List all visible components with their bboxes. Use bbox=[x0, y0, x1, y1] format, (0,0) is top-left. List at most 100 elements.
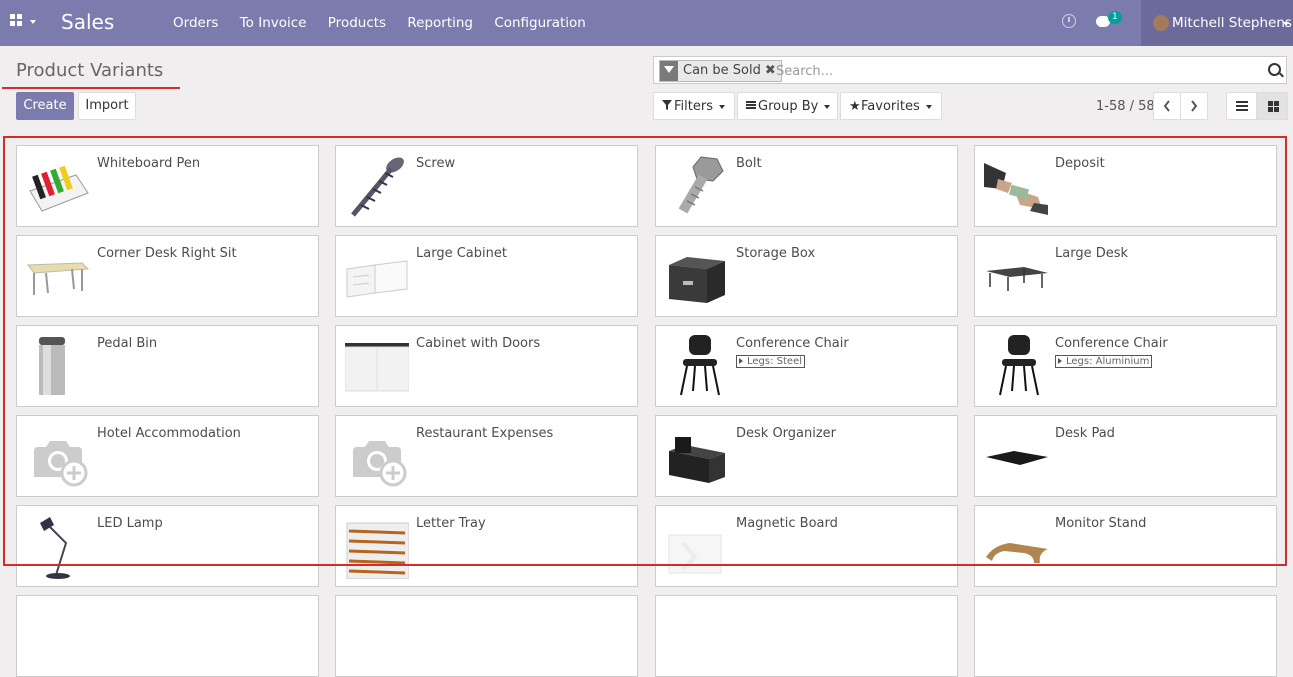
chevron-down-icon bbox=[925, 104, 932, 109]
product-name: Restaurant Expenses bbox=[416, 426, 554, 441]
product-name: Corner Desk Right Sit bbox=[97, 246, 237, 261]
filter-icon bbox=[662, 93, 674, 121]
product-card[interactable]: Letter Tray bbox=[335, 505, 638, 587]
money-hands-image bbox=[984, 153, 1048, 219]
list-view-button[interactable] bbox=[1226, 92, 1257, 120]
product-card[interactable]: Conference Chair Legs: Aluminium bbox=[974, 325, 1277, 407]
menu-configuration[interactable]: Configuration bbox=[494, 15, 586, 31]
main-menu: Orders To Invoice Products Reporting Con… bbox=[173, 15, 603, 31]
product-card[interactable]: Monitor Stand bbox=[974, 505, 1277, 587]
pedal-bin-image bbox=[26, 333, 90, 399]
search-input[interactable] bbox=[774, 60, 1258, 82]
product-card[interactable]: Screw bbox=[335, 145, 638, 227]
search-icon[interactable] bbox=[1268, 63, 1281, 76]
product-name: Cabinet with Doors bbox=[416, 336, 541, 351]
favorites-dropdown[interactable]: ★Favorites bbox=[840, 92, 942, 120]
product-card[interactable] bbox=[974, 595, 1277, 677]
product-card[interactable]: Magnetic Board bbox=[655, 505, 958, 587]
product-card[interactable]: Bolt bbox=[655, 145, 958, 227]
product-name: Magnetic Board bbox=[736, 516, 838, 531]
desk-organizer-image bbox=[665, 423, 729, 489]
chair-image bbox=[665, 333, 729, 399]
corner-desk-image bbox=[26, 243, 90, 309]
pager-next-button[interactable] bbox=[1180, 92, 1208, 120]
product-card[interactable]: Large Cabinet bbox=[335, 235, 638, 317]
menu-reporting[interactable]: Reporting bbox=[407, 15, 473, 31]
app-brand[interactable]: Sales bbox=[61, 10, 114, 34]
product-name: Hotel Accommodation bbox=[97, 426, 241, 441]
product-card[interactable]: Desk Organizer bbox=[655, 415, 958, 497]
menu-orders[interactable]: Orders bbox=[173, 15, 218, 31]
filters-label: Filters bbox=[674, 99, 713, 114]
search-bar: Can be Sold ✖ bbox=[653, 56, 1287, 84]
filters-dropdown[interactable]: Filters bbox=[653, 92, 735, 120]
product-card[interactable]: Corner Desk Right Sit bbox=[16, 235, 319, 317]
clock-icon[interactable] bbox=[1062, 14, 1076, 28]
variant-attribute-tag: Legs: Steel bbox=[736, 355, 806, 368]
product-card[interactable]: Whiteboard Pen bbox=[16, 145, 319, 227]
pager-value[interactable]: 1-58 / 58 bbox=[1096, 99, 1155, 114]
top-navbar: Sales Orders To Invoice Products Reporti… bbox=[0, 0, 1293, 46]
storage-box-image bbox=[665, 243, 729, 309]
product-card[interactable]: Restaurant Expenses bbox=[335, 415, 638, 497]
product-card[interactable]: Hotel Accommodation bbox=[16, 415, 319, 497]
product-name: LED Lamp bbox=[97, 516, 163, 531]
product-name: Large Cabinet bbox=[416, 246, 507, 261]
page-title: Product Variants bbox=[16, 60, 164, 81]
chevron-down-icon bbox=[718, 104, 725, 109]
product-card[interactable]: Pedal Bin bbox=[16, 325, 319, 407]
user-name: Mitchell Stephens bbox=[1172, 15, 1292, 31]
product-name: Monitor Stand bbox=[1055, 516, 1147, 531]
bars-icon bbox=[746, 93, 758, 121]
markers-image bbox=[26, 153, 90, 219]
pager-previous-button[interactable] bbox=[1153, 92, 1181, 120]
product-card[interactable]: Desk Pad bbox=[974, 415, 1277, 497]
create-button[interactable]: Create bbox=[16, 92, 74, 120]
cabinet-doors-image bbox=[344, 333, 410, 399]
groupby-dropdown[interactable]: Group By bbox=[737, 92, 838, 120]
product-card[interactable]: Cabinet with Doors bbox=[335, 325, 638, 407]
product-name: Screw bbox=[416, 156, 456, 171]
kanban-view-button[interactable] bbox=[1257, 92, 1288, 120]
control-panel: Product Variants Create Import Can be So… bbox=[0, 46, 1293, 132]
product-card[interactable]: Conference Chair Legs: Steel bbox=[655, 325, 958, 407]
chair-image bbox=[984, 333, 1048, 399]
product-card[interactable]: LED Lamp bbox=[16, 505, 319, 587]
magnetic-board-image bbox=[665, 513, 729, 579]
menu-products[interactable]: Products bbox=[328, 15, 386, 31]
product-name: Desk Pad bbox=[1055, 426, 1115, 441]
product-name: Pedal Bin bbox=[97, 336, 158, 351]
product-card[interactable] bbox=[335, 595, 638, 677]
product-name: Large Desk bbox=[1055, 246, 1129, 261]
favorites-label: Favorites bbox=[861, 99, 920, 114]
product-name: Desk Organizer bbox=[736, 426, 837, 441]
variant-attribute-tag: Legs: Aluminium bbox=[1055, 355, 1153, 368]
letter-tray-image bbox=[345, 513, 410, 580]
apps-menu-icon[interactable] bbox=[10, 14, 38, 32]
placeholder-camera-icon bbox=[26, 423, 90, 489]
product-card[interactable] bbox=[655, 595, 958, 677]
cabinet-white-image bbox=[345, 243, 409, 309]
chat-count-badge: 1 bbox=[1108, 11, 1122, 24]
kanban-view: Whiteboard Pen Screw Bolt Deposit Corner… bbox=[0, 132, 1293, 677]
led-lamp-image bbox=[26, 513, 90, 579]
monitor-stand-image bbox=[984, 513, 1048, 579]
product-name: Conference Chair bbox=[736, 336, 849, 351]
filter-icon bbox=[660, 61, 678, 81]
product-card[interactable]: Storage Box bbox=[655, 235, 958, 317]
avatar bbox=[1153, 15, 1169, 31]
product-card[interactable] bbox=[16, 595, 319, 677]
chevron-down-icon bbox=[1283, 22, 1289, 26]
user-menu[interactable]: Mitchell Stephens bbox=[1141, 0, 1293, 46]
large-desk-image bbox=[984, 243, 1048, 309]
title-highlight bbox=[2, 87, 180, 89]
menu-to-invoice[interactable]: To Invoice bbox=[240, 15, 307, 31]
placeholder-camera-icon bbox=[345, 423, 409, 489]
product-name: Deposit bbox=[1055, 156, 1105, 171]
product-name: Storage Box bbox=[736, 246, 816, 261]
star-icon: ★ bbox=[849, 99, 861, 114]
product-card[interactable]: Deposit bbox=[974, 145, 1277, 227]
product-card[interactable]: Large Desk bbox=[974, 235, 1277, 317]
product-name: Whiteboard Pen bbox=[97, 156, 201, 171]
import-button[interactable]: Import bbox=[78, 92, 136, 120]
